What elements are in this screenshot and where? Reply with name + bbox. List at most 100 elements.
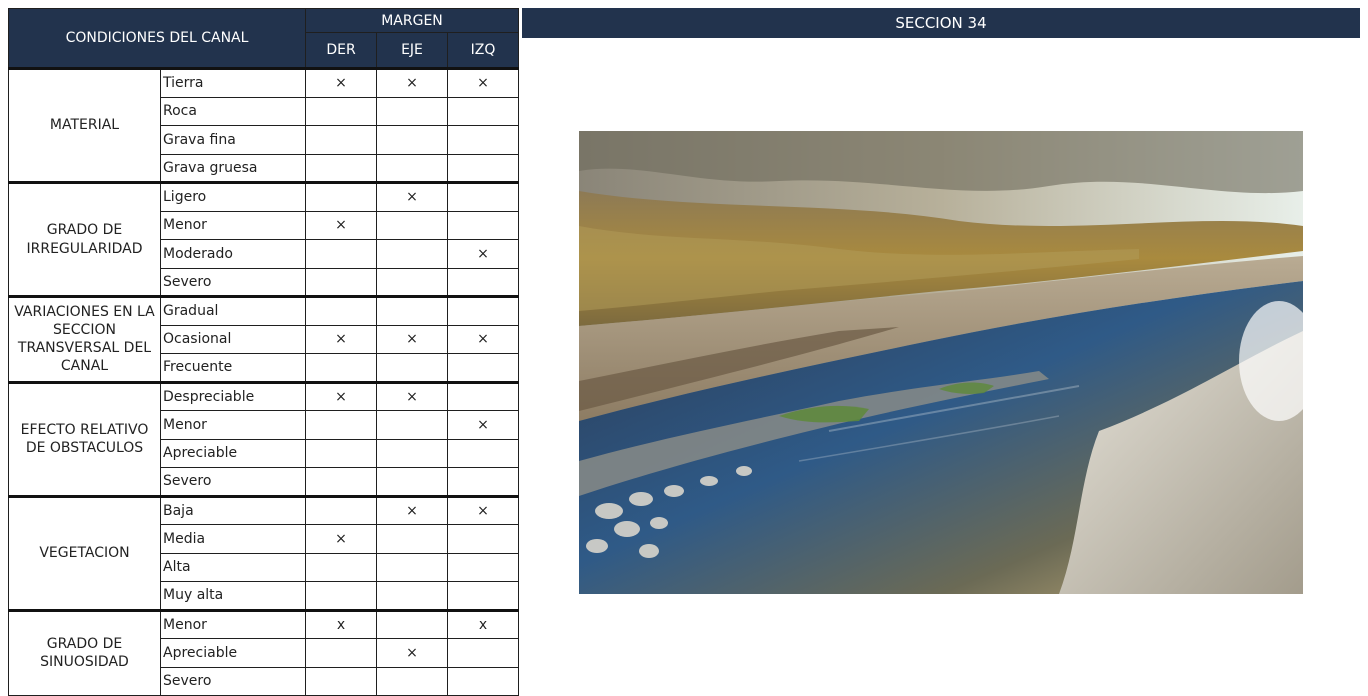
mark-cell-izq xyxy=(447,125,519,155)
option-label: Menor xyxy=(160,410,306,440)
option-label: Alta xyxy=(160,552,306,582)
table-row: VARIACIONES EN LA SECCION TRANSVERSAL DE… xyxy=(8,295,519,383)
mark-cell-eje xyxy=(376,581,448,611)
option-label: Roca xyxy=(160,96,306,126)
mark-cell-izq: × xyxy=(447,239,519,269)
table-row: EFECTO RELATIVO DE OBSTACULOS Despreciabl… xyxy=(8,380,519,497)
table-row: VEGETACION Baja × × xyxy=(8,494,519,611)
mark-cell-izq xyxy=(447,181,519,212)
mark-cell-eje: × xyxy=(376,494,448,525)
option-label: Moderado xyxy=(160,239,306,269)
mark-cell-izq xyxy=(447,524,519,554)
option-label: Menor xyxy=(160,608,306,639)
mark-cell-izq xyxy=(447,467,519,497)
mark-cell-der xyxy=(305,494,377,525)
mark-cell-eje xyxy=(376,295,448,326)
mark-cell-der: × xyxy=(305,67,377,98)
mark-cell-izq xyxy=(447,210,519,240)
mark-cell-eje xyxy=(376,524,448,554)
option-label: Severo xyxy=(160,666,306,696)
mark-cell-der: × xyxy=(305,324,377,354)
mark-cell-der xyxy=(305,125,377,155)
mark-cell-eje xyxy=(376,267,448,297)
mark-cell-eje xyxy=(376,239,448,269)
mark-cell-izq: × xyxy=(447,494,519,525)
mark-cell-der xyxy=(305,96,377,126)
mark-cell-izq: × xyxy=(447,410,519,440)
category-label: EFECTO RELATIVO DE OBSTACULOS xyxy=(8,380,161,497)
mark-cell-eje: × xyxy=(376,638,448,668)
option-label: Ligero xyxy=(160,181,306,212)
mark-cell-eje xyxy=(376,125,448,155)
mark-cell-eje: × xyxy=(376,67,448,98)
mark-cell-eje xyxy=(376,666,448,696)
option-label: Frecuente xyxy=(160,353,306,383)
mark-cell-izq xyxy=(447,96,519,126)
category-label: GRADO DE SINUOSIDAD xyxy=(8,608,161,696)
mark-cell-eje xyxy=(376,153,448,183)
mark-cell-izq xyxy=(447,552,519,582)
conditions-header: CONDICIONES DEL CANAL xyxy=(8,8,306,69)
mark-cell-der xyxy=(305,267,377,297)
mark-cell-der: × xyxy=(305,524,377,554)
mark-cell-izq xyxy=(447,353,519,383)
mark-cell-der xyxy=(305,410,377,440)
channel-conditions-table: CONDICIONES DEL CANAL MARGEN DER EJE IZQ… xyxy=(8,8,519,696)
mark-cell-izq xyxy=(447,295,519,326)
mark-cell-izq: × xyxy=(447,67,519,98)
river-channel-photo xyxy=(579,131,1303,594)
option-label: Media xyxy=(160,524,306,554)
option-label: Apreciable xyxy=(160,638,306,668)
mark-cell-der xyxy=(305,581,377,611)
option-label: Severo xyxy=(160,467,306,497)
mark-cell-der xyxy=(305,353,377,383)
category-label: VEGETACION xyxy=(8,494,161,611)
section-panel: SECCION 34 xyxy=(522,8,1360,692)
mark-cell-izq xyxy=(447,438,519,468)
option-label: Grava fina xyxy=(160,125,306,155)
mark-cell-der xyxy=(305,153,377,183)
mark-cell-der xyxy=(305,552,377,582)
option-label: Menor xyxy=(160,210,306,240)
mark-cell-der xyxy=(305,239,377,269)
mark-cell-izq xyxy=(447,666,519,696)
mark-cell-eje xyxy=(376,410,448,440)
option-label: Severo xyxy=(160,267,306,297)
mark-cell-der xyxy=(305,467,377,497)
mark-cell-der: × xyxy=(305,210,377,240)
column-header-izq: IZQ xyxy=(447,32,519,69)
survey-sheet: CONDICIONES DEL CANAL MARGEN DER EJE IZQ… xyxy=(8,8,1360,696)
category-label: GRADO DE IRREGULARIDAD xyxy=(8,181,161,297)
mark-cell-der xyxy=(305,438,377,468)
option-label: Despreciable xyxy=(160,380,306,411)
mark-cell-izq: × xyxy=(447,324,519,354)
mark-cell-der xyxy=(305,181,377,212)
mark-cell-izq xyxy=(447,581,519,611)
mark-cell-izq: x xyxy=(447,608,519,639)
option-label: Baja xyxy=(160,494,306,525)
mark-cell-eje xyxy=(376,552,448,582)
mark-cell-eje xyxy=(376,210,448,240)
table-row: GRADO DE SINUOSIDAD Menor x x xyxy=(8,608,519,696)
table-row: MATERIAL Tierra × × × xyxy=(8,67,519,183)
mark-cell-eje xyxy=(376,438,448,468)
mark-cell-der xyxy=(305,295,377,326)
option-label: Grava gruesa xyxy=(160,153,306,183)
margen-header: MARGEN xyxy=(305,8,519,33)
mark-cell-izq xyxy=(447,380,519,411)
mark-cell-eje xyxy=(376,96,448,126)
mark-cell-izq xyxy=(447,153,519,183)
table-row: GRADO DE IRREGULARIDAD Ligero × xyxy=(8,181,519,297)
mark-cell-izq xyxy=(447,638,519,668)
category-label: VARIACIONES EN LA SECCION TRANSVERSAL DE… xyxy=(8,295,161,383)
mark-cell-eje xyxy=(376,353,448,383)
mark-cell-eje: × xyxy=(376,181,448,212)
option-label: Tierra xyxy=(160,67,306,98)
mark-cell-der: x xyxy=(305,608,377,639)
mark-cell-eje xyxy=(376,467,448,497)
mark-cell-der: × xyxy=(305,380,377,411)
option-label: Ocasional xyxy=(160,324,306,354)
mark-cell-eje: × xyxy=(376,324,448,354)
section-title: SECCION 34 xyxy=(522,8,1360,38)
category-label: MATERIAL xyxy=(8,67,161,183)
